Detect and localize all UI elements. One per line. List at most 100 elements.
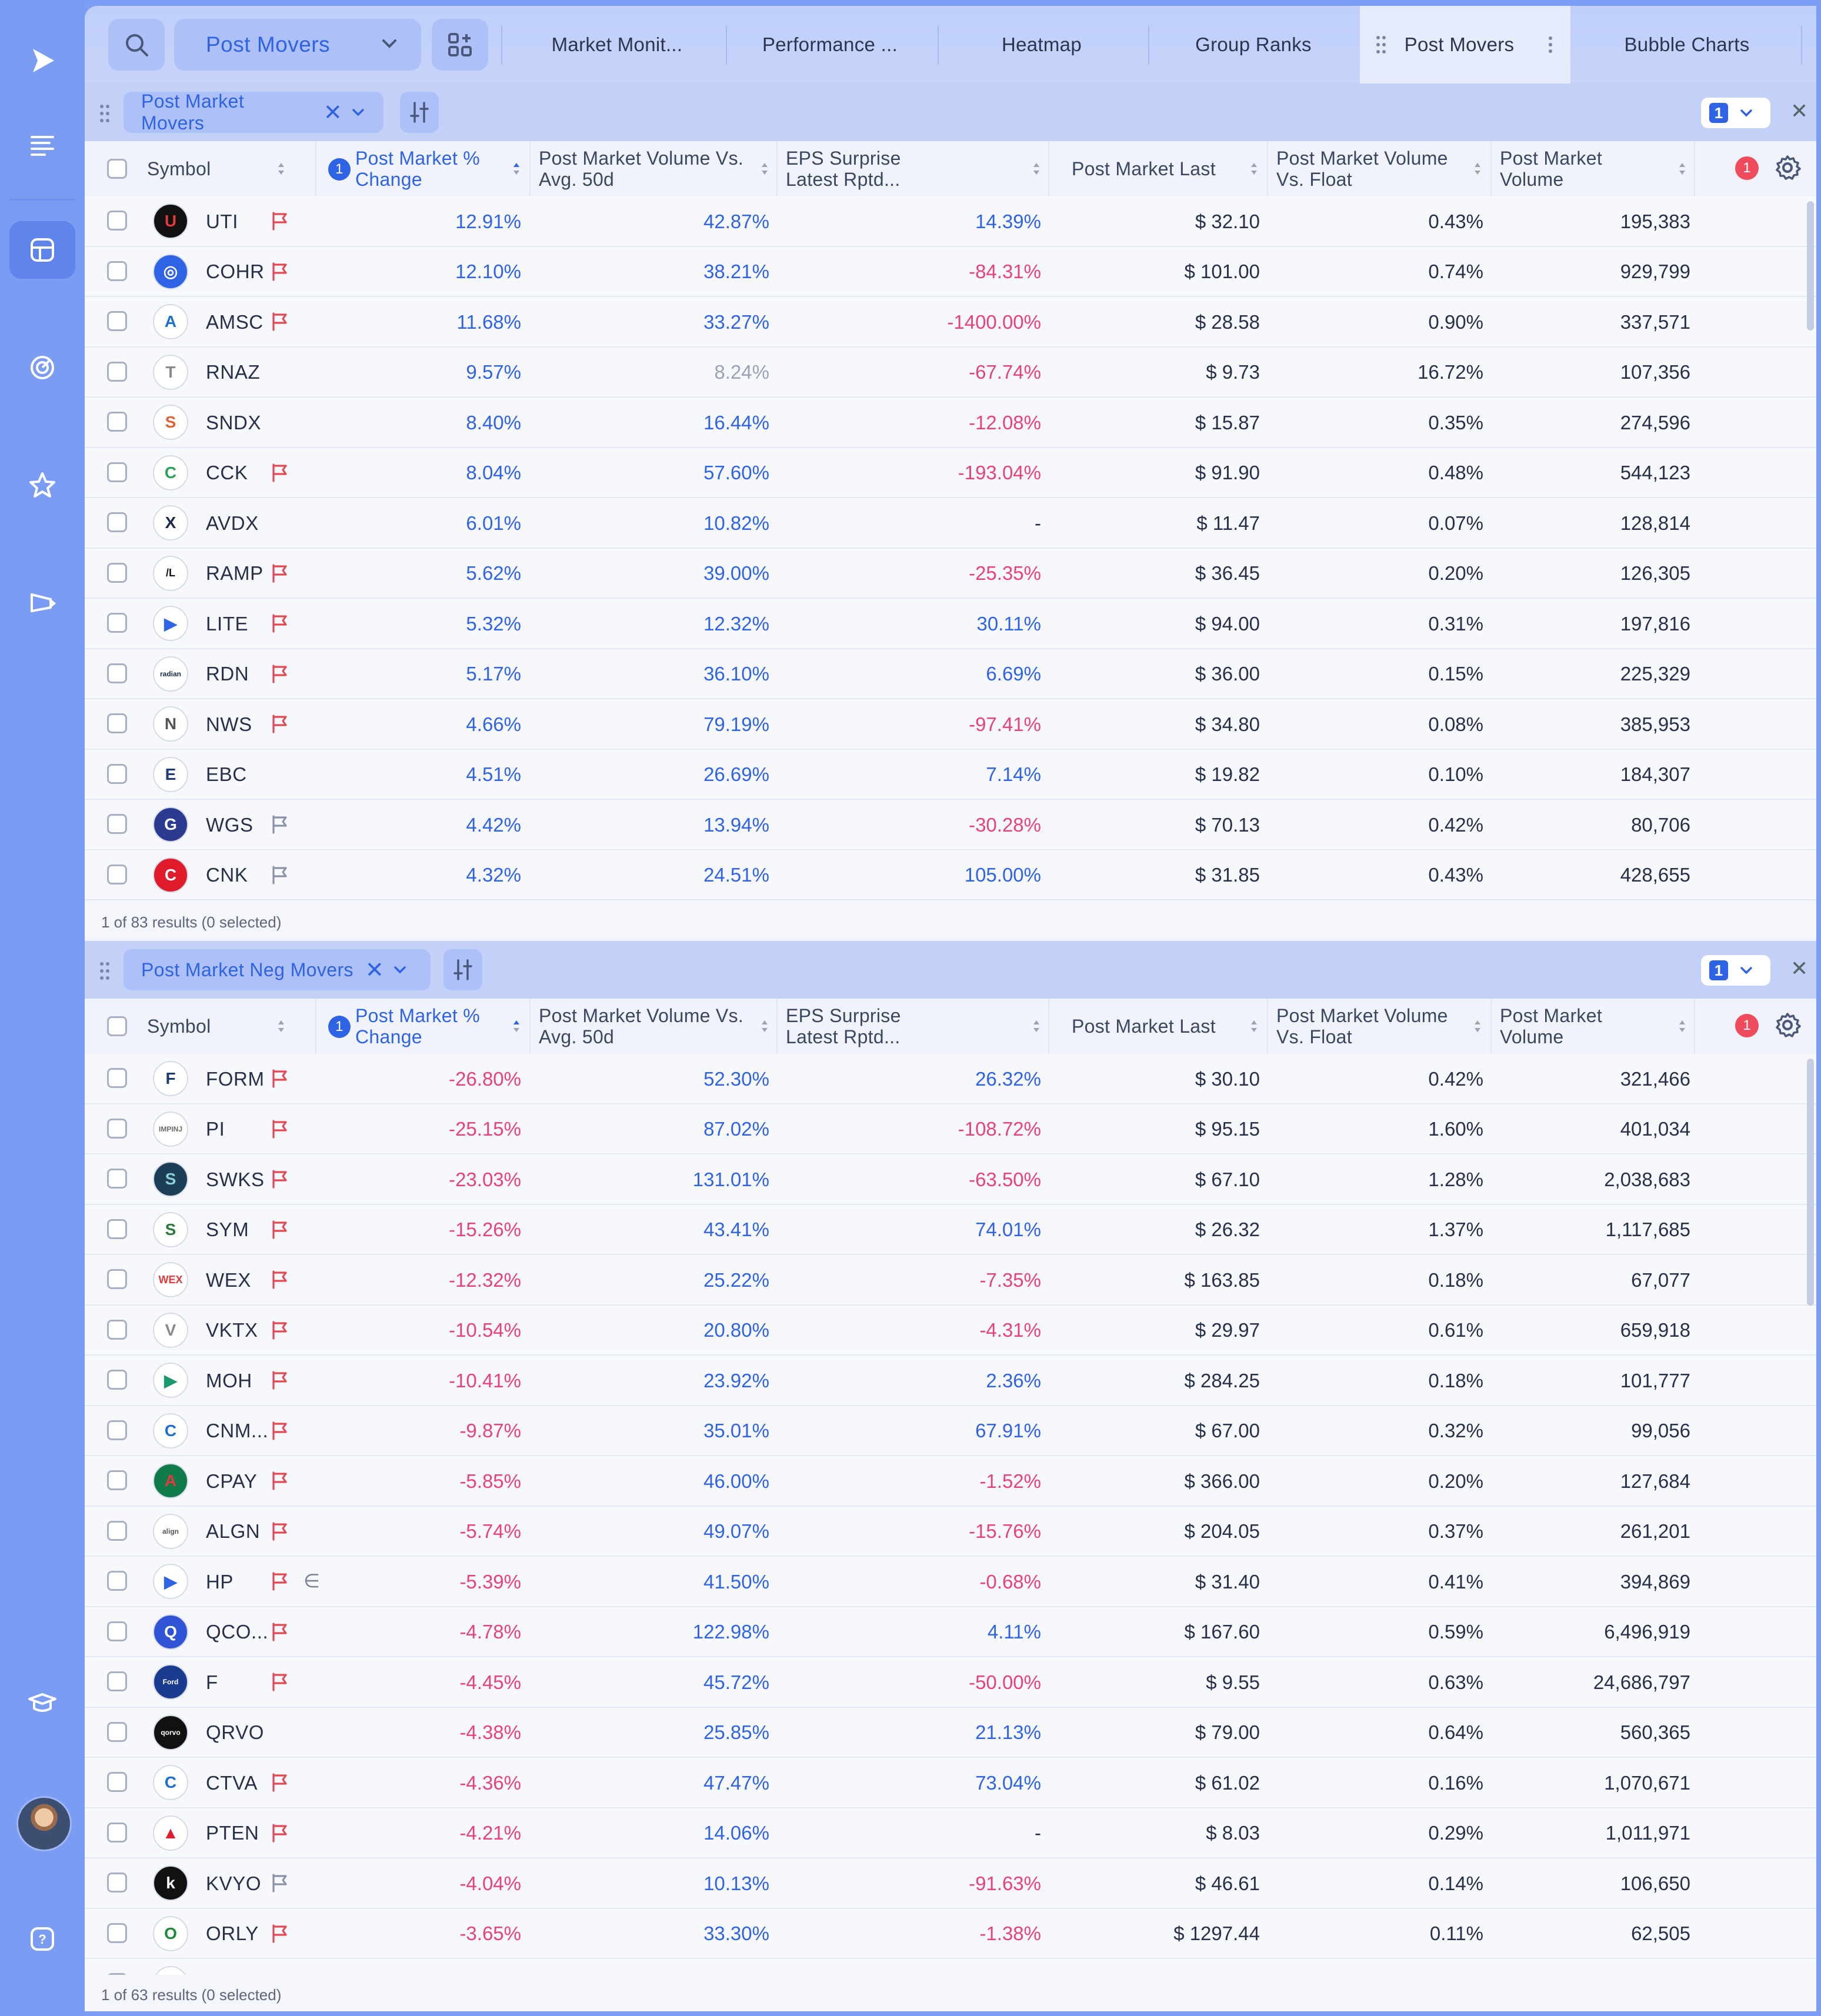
screen-filter-pill[interactable]: Post Market Neg Movers ✕ — [124, 949, 431, 990]
table-row[interactable]: F FLUT -3.41% 12.15% 8.70% $ 257.00 0.07% 122,0… — [85, 1959, 1816, 1975]
table-row[interactable]: F FORM -26.80% 52.30% 26.32% $ 30.10 0.42% 321,… — [85, 1054, 1816, 1104]
col-vol-vs-float[interactable]: Post Market Volume Vs. Float — [1268, 141, 1490, 196]
row-checkbox[interactable] — [107, 1772, 127, 1792]
row-checkbox[interactable] — [107, 562, 127, 583]
row-checkbox[interactable] — [107, 814, 127, 834]
symbol[interactable]: SWKS — [206, 1154, 265, 1204]
dashboard-icon[interactable] — [9, 221, 75, 279]
table-row[interactable]: Ford F -4.45% 45.72% -50.00% $ 9.55 0.63% 24,68… — [85, 1657, 1816, 1708]
table-row[interactable]: T RNAZ 9.57% 8.24% -67.74% $ 9.73 16.72% 107,35… — [85, 347, 1816, 398]
workspace-select[interactable]: Post Movers — [174, 19, 421, 71]
logo-play-icon[interactable] — [9, 32, 75, 89]
table-row[interactable]: C CNM... -9.87% 35.01% 67.91% $ 67.00 0.32% 99,… — [85, 1406, 1816, 1456]
symbol[interactable]: NWS — [206, 699, 252, 749]
table-row[interactable]: V VKTX -10.54% 20.80% -4.31% $ 29.97 0.61% 659,… — [85, 1305, 1816, 1356]
flag-icon[interactable] — [269, 1470, 289, 1490]
table-row[interactable]: S SWKS -23.03% 131.01% -63.50% $ 67.10 1.28% 2,… — [85, 1154, 1816, 1205]
row-checkbox[interactable] — [107, 1520, 127, 1541]
table-row[interactable]: IMPINJ PI -25.15% 87.02% -108.72% $ 95.15 1.60… — [85, 1104, 1816, 1154]
symbol[interactable]: RDN — [206, 649, 249, 699]
table-row[interactable]: ▶ LITE 5.32% 12.32% 30.11% $ 94.00 0.31% 197,81… — [85, 599, 1816, 649]
alert-count-badge[interactable]: 1 — [1735, 156, 1759, 180]
table-row[interactable]: O ORLY -3.65% 33.30% -1.38% $ 1297.44 0.11% 62,… — [85, 1908, 1816, 1959]
table-row[interactable]: C CNK 4.32% 24.51% 105.00% $ 31.85 0.43% 428,65… — [85, 850, 1816, 900]
flag-icon[interactable] — [269, 311, 289, 331]
row-checkbox[interactable] — [107, 713, 127, 733]
flag-icon[interactable] — [269, 1420, 289, 1440]
row-checkbox[interactable] — [107, 1470, 127, 1490]
row-checkbox[interactable] — [107, 864, 127, 884]
table-row[interactable]: X AVDX 6.01% 10.82% - $ 11.47 0.07% 128,814 — [85, 498, 1816, 549]
row-checkbox[interactable] — [107, 1169, 127, 1189]
gear-icon[interactable] — [1774, 1012, 1801, 1039]
clear-icon[interactable]: ✕ — [323, 99, 342, 126]
flag-icon[interactable] — [269, 1370, 289, 1390]
table-row[interactable]: E EBC 4.51% 26.69% 7.14% $ 19.82 0.10% 184,307 — [85, 749, 1816, 800]
symbol[interactable]: CPAY — [206, 1456, 257, 1506]
scrollbar[interactable] — [1807, 1059, 1814, 1306]
symbol[interactable]: QRVO — [206, 1708, 264, 1758]
symbol[interactable]: RNAZ — [206, 348, 260, 398]
table-row[interactable]: Q QCO... -4.78% 122.98% 4.11% $ 167.60 0.59% 6,… — [85, 1607, 1816, 1657]
row-checkbox[interactable] — [107, 1319, 127, 1340]
flag-icon[interactable] — [269, 1320, 289, 1340]
tab-group-ranks[interactable]: Group Ranks — [1153, 6, 1354, 84]
col-vol-vs-avg[interactable]: Post Market Volume Vs. Avg. 50d — [531, 141, 778, 196]
table-row[interactable]: N NWS 4.66% 79.19% -97.41% $ 34.80 0.08% 385,95… — [85, 699, 1816, 750]
symbol[interactable]: AVDX — [206, 498, 259, 548]
symbol[interactable]: CNK — [206, 850, 248, 900]
col-pct-change[interactable]: 1 Post Market % Change — [316, 141, 529, 196]
table-row[interactable]: S SNDX 8.40% 16.44% -12.08% $ 15.87 0.35% 274,5… — [85, 398, 1816, 448]
row-checkbox[interactable] — [107, 1219, 127, 1239]
symbol[interactable]: COHR — [206, 247, 265, 297]
close-panel-icon[interactable]: ✕ — [1790, 956, 1808, 981]
clear-icon[interactable]: ✕ — [365, 957, 384, 983]
filter-settings-button[interactable] — [400, 92, 439, 133]
flag-icon[interactable] — [269, 663, 289, 683]
table-row[interactable]: C CTVA -4.36% 47.47% 73.04% $ 61.02 0.16% 1,070… — [85, 1758, 1816, 1808]
close-panel-icon[interactable]: ✕ — [1790, 99, 1808, 124]
search-button[interactable] — [108, 19, 165, 71]
flag-icon[interactable] — [269, 1571, 289, 1591]
flag-icon[interactable] — [269, 1269, 289, 1289]
layout-button[interactable] — [432, 19, 488, 71]
symbol[interactable]: CNM... — [206, 1406, 268, 1456]
tab-heatmap[interactable]: Heatmap — [941, 6, 1142, 84]
help-icon[interactable]: ? — [9, 1910, 75, 1968]
flag-icon[interactable] — [269, 713, 289, 733]
symbol[interactable]: PI — [206, 1104, 225, 1154]
flag-icon[interactable] — [269, 1923, 289, 1943]
tab-market-monitor[interactable]: Market Monit... — [520, 6, 714, 84]
symbol[interactable]: QCO... — [206, 1607, 268, 1657]
row-checkbox[interactable] — [107, 1973, 127, 1975]
col-symbol[interactable]: Symbol — [147, 999, 341, 1054]
symbol[interactable]: EBC — [206, 750, 247, 800]
flag-icon[interactable] — [269, 613, 289, 633]
row-checkbox[interactable] — [107, 412, 127, 432]
symbol[interactable]: SNDX — [206, 398, 261, 448]
row-checkbox[interactable] — [107, 1822, 127, 1843]
drag-handle-icon[interactable] — [99, 104, 111, 124]
column-set-select[interactable]: 1 — [1701, 955, 1770, 986]
row-checkbox[interactable] — [107, 1420, 127, 1440]
graduation-cap-icon[interactable] — [9, 1675, 75, 1733]
flag-icon[interactable] — [269, 1823, 289, 1843]
col-volume[interactable]: Post Market Volume — [1492, 141, 1695, 196]
table-row[interactable]: radian RDN 5.17% 36.10% 6.69% $ 36.00 0.15% 225… — [85, 649, 1816, 699]
flag-icon[interactable] — [269, 1772, 289, 1792]
table-row[interactable]: C CCK 8.04% 57.60% -193.04% $ 91.90 0.48% 544,1… — [85, 448, 1816, 498]
chevron-down-icon[interactable] — [351, 105, 366, 120]
menu-icon[interactable] — [9, 116, 75, 174]
row-checkbox[interactable] — [107, 1068, 127, 1088]
radar-icon[interactable] — [9, 339, 75, 396]
table-row[interactable]: S SYM -15.26% 43.41% 74.01% $ 26.32 1.37% 1,117… — [85, 1204, 1816, 1255]
row-checkbox[interactable] — [107, 663, 127, 683]
symbol[interactable]: CCK — [206, 448, 248, 498]
table-row[interactable]: A AMSC 11.68% 33.27% -1400.00% $ 28.58 0.90% 33… — [85, 297, 1816, 348]
table-row[interactable]: G WGS 4.42% 13.94% -30.28% $ 70.13 0.42% 80,706 — [85, 800, 1816, 850]
col-vol-vs-float[interactable]: Post Market Volume Vs. Float — [1268, 999, 1490, 1054]
row-checkbox[interactable] — [107, 512, 127, 532]
table-row[interactable]: /L RAMP 5.62% 39.00% -25.35% $ 36.45 0.20% 126,… — [85, 548, 1816, 599]
row-checkbox[interactable] — [107, 1721, 127, 1742]
select-all-checkbox[interactable] — [107, 1016, 127, 1036]
